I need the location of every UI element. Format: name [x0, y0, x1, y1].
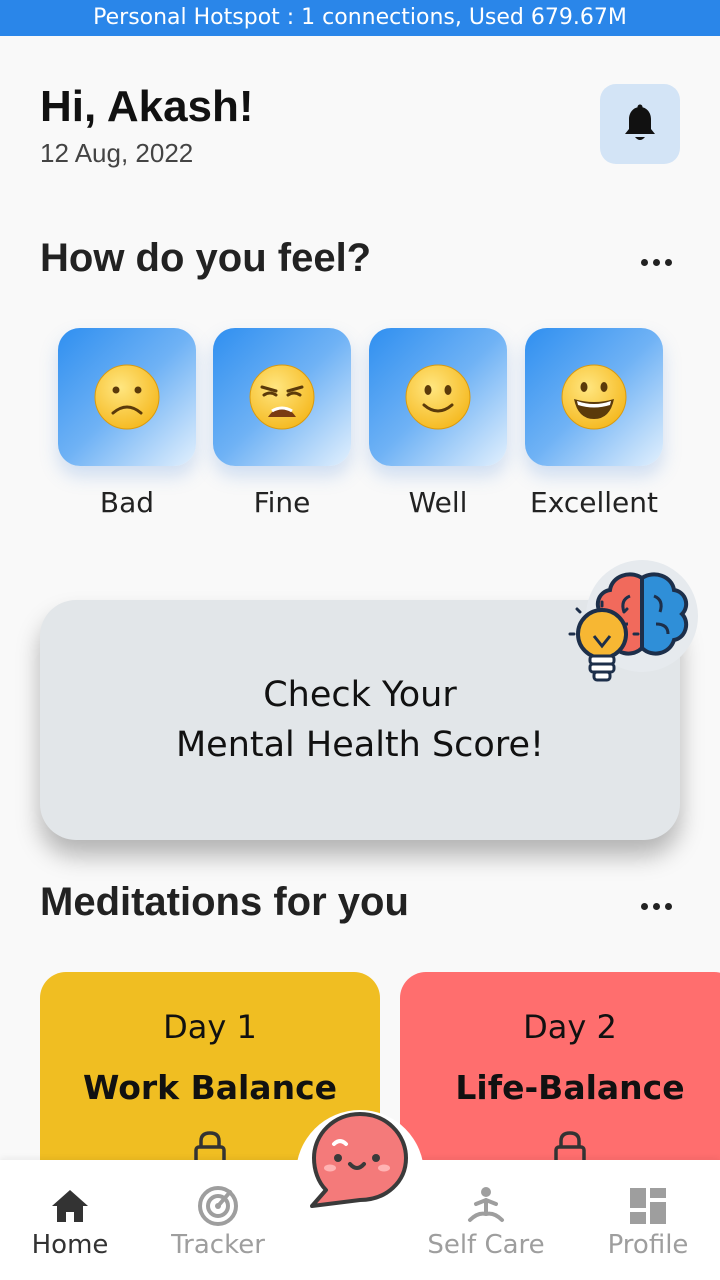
mood-label: Bad [99, 486, 155, 519]
more-dot [664, 902, 672, 910]
mood-option-bad[interactable]: Bad [58, 328, 196, 519]
tracker-icon [198, 1186, 238, 1226]
frowning-face-icon [94, 364, 160, 430]
nav-label: Tracker [171, 1230, 265, 1260]
self-care-icon [468, 1187, 504, 1222]
status-bar-text: Personal Hotspot : 1 connections, Used 6… [93, 5, 627, 30]
chat-bubble-icon[interactable] [304, 1108, 414, 1218]
nav-label: Profile [607, 1230, 689, 1260]
mood-label: Excellent [530, 486, 658, 519]
bell-icon [625, 104, 655, 140]
nav-label: Self Care [427, 1230, 545, 1260]
mood-section-title: How do you feel? [40, 236, 372, 280]
more-dot [664, 258, 672, 266]
meditations-more-button[interactable] [630, 891, 682, 921]
brain-lightbulb-icon [568, 560, 698, 682]
nav-item-profile[interactable]: Profile [578, 1160, 718, 1280]
profile-icon [630, 1188, 666, 1224]
nav-label: Home [31, 1230, 109, 1260]
home-icon [52, 1190, 88, 1222]
mood-more-button[interactable] [630, 247, 682, 277]
score-card-line-2: Mental Health Score! [175, 725, 545, 765]
meditation-name: Work Balance [82, 1068, 338, 1107]
mood-label: Well [408, 486, 468, 519]
mood-label: Fine [253, 486, 311, 519]
mood-tile [525, 328, 663, 466]
current-date: 12 Aug, 2022 [40, 138, 194, 168]
meditation-day: Day 1 [163, 1008, 257, 1046]
score-card-line-1: Check Your [263, 675, 457, 715]
more-dot [640, 258, 648, 266]
more-dot [652, 258, 660, 266]
mood-tile [58, 328, 196, 466]
grinning-face-icon [561, 364, 627, 430]
mood-tile [213, 328, 351, 466]
more-dot [640, 902, 648, 910]
weary-face-icon [249, 364, 315, 430]
mood-tile [369, 328, 507, 466]
status-bar: Personal Hotspot : 1 connections, Used 6… [0, 0, 720, 36]
greeting-title: Hi, Akash! [40, 82, 254, 131]
more-dot [652, 902, 660, 910]
mood-option-excellent[interactable]: Excellent [525, 328, 663, 519]
mood-option-well[interactable]: Well [369, 328, 507, 519]
nav-item-home[interactable]: Home [0, 1160, 140, 1280]
notifications-button[interactable] [600, 84, 680, 164]
meditation-day: Day 2 [523, 1008, 617, 1046]
meditations-section-title: Meditations for you [40, 880, 409, 924]
slightly-smiling-face-icon [405, 364, 471, 430]
mood-option-fine[interactable]: Fine [213, 328, 351, 519]
nav-item-tracker[interactable]: Tracker [148, 1160, 288, 1280]
nav-item-self-care[interactable]: Self Care [416, 1160, 556, 1280]
meditation-name: Life-Balance [455, 1068, 685, 1107]
